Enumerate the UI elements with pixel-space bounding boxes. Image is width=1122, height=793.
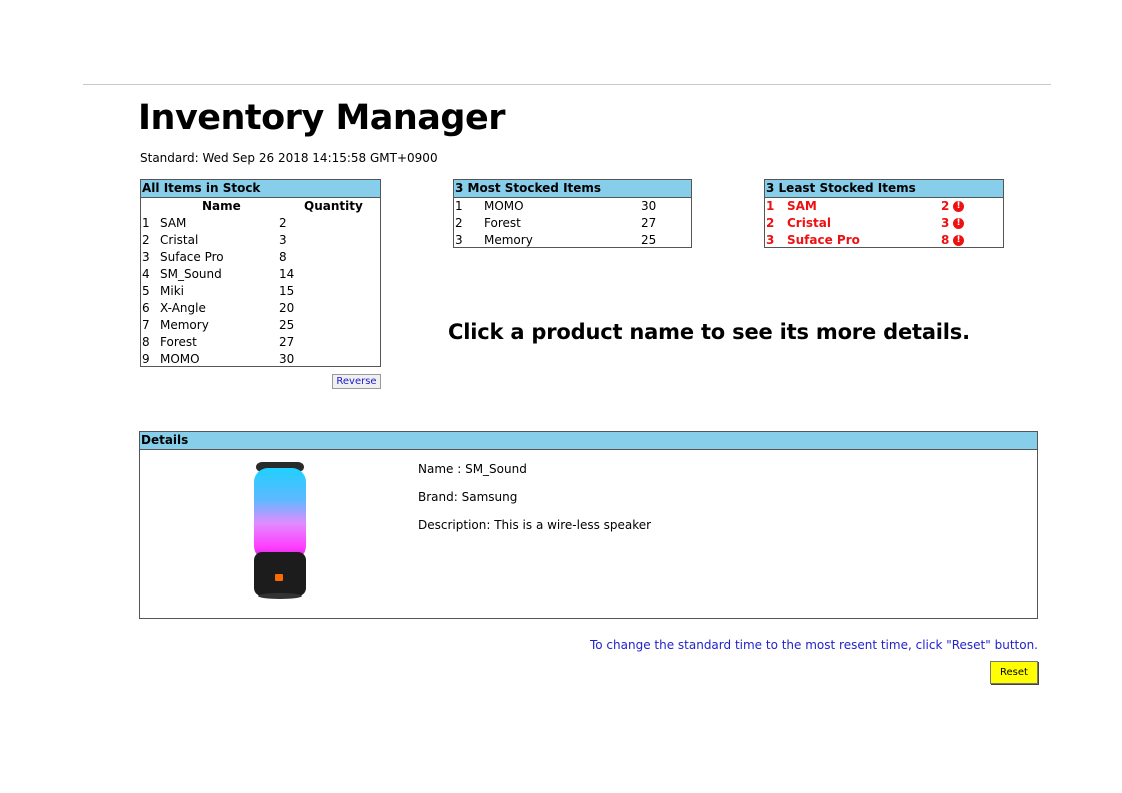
table-row: 2 Cristal 3 [141,232,380,249]
row-index: 2 [766,216,775,230]
row-index: 3 [455,233,463,247]
product-name-link[interactable]: Forest [160,334,197,351]
least-stocked-table: 3 Least Stocked Items 1 SAM 2! 2 Cristal 3! … [764,179,1004,248]
table-row: 2 Forest 27 [454,215,691,232]
product-name-link[interactable]: Cristal [787,215,831,232]
table-row: 6 X-Angle 20 [141,300,380,317]
row-index: 1 [455,199,463,213]
most-stocked-table: 3 Most Stocked Items 1 MOMO 30 2 Forest 27 3… [453,179,692,248]
reset-button[interactable]: Reset [990,661,1038,684]
row-quantity: 25 [279,318,295,332]
row-quantity: 3 [941,216,950,230]
row-index: 5 [142,284,150,298]
row-quantity: 27 [279,335,295,349]
detail-brand: Brand: Samsung [418,490,518,504]
row-quantity: 8 [941,233,950,247]
table-row: 7 Memory 25 [141,317,380,334]
row-index: 2 [142,233,150,247]
least-stocked-header: 3 Least Stocked Items [765,180,1003,198]
row-index: 8 [142,335,150,349]
low-stock-alert-icon: ! [953,235,964,246]
row-quantity: 2 [941,199,950,213]
all-items-column-headers: Name Quantity [141,198,380,215]
reset-instruction: To change the standard time to the most … [589,638,1038,652]
row-quantity: 3 [279,233,287,247]
column-header-quantity: Quantity [304,199,363,213]
product-name-link[interactable]: SAM [787,198,817,215]
standard-time: Standard: Wed Sep 26 2018 14:15:58 GMT+0… [140,151,438,165]
product-name-link[interactable]: MOMO [160,351,200,368]
instruction-text: Click a product name to see its more det… [448,320,970,344]
row-quantity: 30 [641,199,657,213]
row-quantity: 14 [279,267,295,281]
table-row: 1 MOMO 30 [454,198,691,215]
table-row: 3 Suface Pro 8 [141,249,380,266]
product-name-link[interactable]: Suface Pro [160,249,224,266]
table-row: 2 Cristal 3! [765,215,1003,232]
table-row: 3 Memory 25 [454,232,691,249]
all-items-table: All Items in Stock Name Quantity 1 SAM 2 2… [140,179,381,367]
product-name-link[interactable]: Miki [160,283,184,300]
top-divider [83,84,1051,85]
reverse-button[interactable]: Reverse [332,374,381,389]
product-name-link[interactable]: MOMO [484,198,524,215]
product-name-link[interactable]: Forest [484,215,521,232]
product-name-link[interactable]: SAM [160,215,186,232]
product-name-link[interactable]: Suface Pro [787,232,860,249]
detail-description: Description: This is a wire-less speaker [418,518,652,532]
row-index: 1 [142,216,150,230]
product-name-link[interactable]: Memory [160,317,209,334]
details-header: Details [140,432,1037,450]
product-name-link[interactable]: SM_Sound [160,266,222,283]
column-header-name: Name [202,199,241,213]
bluetooth-speaker-image [254,462,306,599]
product-name-link[interactable]: Memory [484,232,533,249]
most-stocked-header: 3 Most Stocked Items [454,180,691,198]
row-index: 4 [142,267,150,281]
row-quantity: 8 [279,250,287,264]
row-index: 7 [142,318,150,332]
table-row: 1 SAM 2! [765,198,1003,215]
product-name-link[interactable]: X-Angle [160,300,206,317]
all-items-rows: 1 SAM 2 2 Cristal 3 3 Suface Pro 8 4 SM_Sound 14… [141,215,380,368]
table-row: 3 Suface Pro 8! [765,232,1003,249]
product-name-link[interactable]: Cristal [160,232,198,249]
low-stock-alert-icon: ! [953,201,964,212]
row-index: 3 [142,250,150,264]
page-title: Inventory Manager [138,98,505,138]
row-index: 9 [142,352,150,366]
low-stock-alert-icon: ! [953,218,964,229]
all-items-header: All Items in Stock [141,180,380,198]
table-row: 8 Forest 27 [141,334,380,351]
details-panel: Details Name : SM_Sound Brand: Samsung D… [139,431,1038,619]
row-index: 6 [142,301,150,315]
table-row: 1 SAM 2 [141,215,380,232]
row-index: 2 [455,216,463,230]
row-quantity: 20 [279,301,295,315]
table-row: 5 Miki 15 [141,283,380,300]
row-quantity: 15 [279,284,295,298]
inventory-page: Inventory Manager Standard: Wed Sep 26 2… [0,0,1122,793]
table-row: 4 SM_Sound 14 [141,266,380,283]
row-quantity: 27 [641,216,657,230]
row-quantity: 30 [279,352,295,366]
row-quantity: 25 [641,233,657,247]
row-quantity: 2 [279,216,287,230]
row-index: 1 [766,199,775,213]
detail-name: Name : SM_Sound [418,462,527,476]
row-index: 3 [766,233,775,247]
table-row: 9 MOMO 30 [141,351,380,368]
